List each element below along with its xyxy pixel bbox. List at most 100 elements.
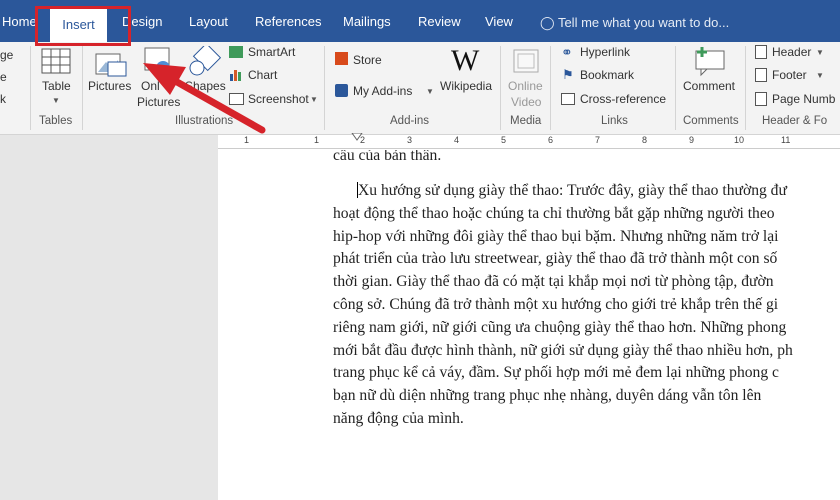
ruler-number: 1 [314,135,320,145]
paragraph-line: phát triển của trào lưu streetwear, giày… [333,250,778,268]
paragraph-line: mới bắt đầu được hình thành, nữ giới sử … [333,341,793,359]
online-pictures-icon [144,47,170,75]
online-video-label-1: Online [508,79,543,93]
tab-layout[interactable]: Layout [189,14,228,29]
group-label-illustrations: Illustrations [175,115,234,127]
clipped-label-1: ge [0,48,14,62]
group-label-addins: Add-ins [390,115,429,127]
group-separator [675,46,676,130]
ribbon-insert: ge e k Table ▼ Tables Pictures Onl Pictu… [0,42,840,135]
ruler-number: 4 [454,135,460,145]
horizontal-ruler[interactable]: 1 1 2 3 4 5 6 7 8 9 10 11 [218,133,840,149]
page-number-icon [755,92,767,106]
tab-view[interactable]: View [485,14,513,29]
chevron-down-icon: ▼ [52,96,60,105]
smartart-label: SmartArt [248,45,296,59]
group-label-links: Links [601,115,628,127]
indent-marker-icon[interactable] [351,133,363,141]
tell-me-box[interactable]: ◯ Tell me what you want to do... [540,15,729,31]
store-label: Store [353,53,382,67]
group-separator [550,46,551,130]
wikipedia-icon: W [451,44,480,77]
group-separator [500,46,501,130]
shapes-label: Shapes [185,79,226,93]
document-left-margin-area [0,135,218,500]
store-icon [335,52,348,65]
table-label: Table [42,79,71,93]
group-separator [745,46,746,130]
insert-tab-highlight-box [35,6,131,46]
paragraph-line: Xu hướng sử dụng giày thể thao: Trước đâ… [333,180,840,203]
group-separator [324,46,325,130]
pictures-icon [95,53,127,77]
group-label-media: Media [510,115,542,127]
chart-icon [230,70,241,81]
ruler-number: 9 [689,135,695,145]
paragraph-spacing [333,166,840,180]
comment-label: Comment [683,79,736,93]
ruler-number: 6 [548,135,554,145]
lightbulb-icon: ◯ [540,15,555,30]
paragraph-line: bạn nữ dù diện những trang phục nhẹ nhàn… [333,387,762,405]
smartart-icon [229,46,243,58]
header-label: Header [772,45,812,59]
chevron-down-icon: ▼ [426,87,434,96]
online-pictures-label-1: Onl [141,79,160,93]
chevron-down-icon: ▼ [816,71,824,80]
chart-label: Chart [248,68,278,82]
page-number-label: Page Numb [772,92,836,106]
ruler-number: 1 [244,135,250,145]
paragraph-line: thời gian. Giày thể thao đã có mặt tại k… [333,273,774,291]
group-label-tables: Tables [39,115,73,127]
ruler-number: 10 [734,135,745,145]
comment-icon [695,47,725,77]
pictures-label: Pictures [88,79,132,93]
paragraph-line: công sở. Chúng đã trở thành một xu hướng… [333,295,779,313]
ruler-number: 11 [781,135,791,145]
ruler-number: 3 [407,135,413,145]
group-separator [82,46,83,130]
chevron-down-icon: ▼ [816,48,824,57]
wikipedia-label: Wikipedia [440,79,493,93]
table-icon [41,48,71,74]
hyperlink-label: Hyperlink [580,45,631,59]
online-video-label-2: Video [511,95,542,109]
group-label-comments: Comments [683,115,739,127]
screenshot-icon [229,93,244,105]
clipped-label-3: k [0,92,6,106]
link-icon: ⚭ [561,44,573,60]
screenshot-label: Screenshot [248,92,309,106]
tab-review[interactable]: Review [418,14,461,29]
my-addins-label: My Add-ins [353,84,413,98]
paragraph-line-partial: cầu của bản thân. [333,150,442,164]
group-label-header-footer: Header & Fo [762,115,828,127]
chevron-down-icon: ▼ [310,95,318,104]
bookmark-label: Bookmark [580,68,635,82]
tab-references[interactable]: References [255,14,321,29]
paragraph-line: riêng nam giới, nữ giới cũng ưa chuộng g… [333,318,787,336]
header-icon [755,45,767,59]
group-separator [30,46,31,130]
online-pictures-label-2: Pictures [137,95,181,109]
online-video-icon [513,49,539,73]
paragraph-line: hoạt động thể thao hoặc chúng ta chỉ thư… [333,204,775,222]
ruler-number: 5 [501,135,507,145]
document-body[interactable]: cầu của bản thân. Xu hướng sử dụng giày … [333,150,840,431]
footer-icon [755,68,767,82]
my-addins-icon [335,84,348,97]
tab-mailings[interactable]: Mailings [343,14,391,29]
tell-me-text: Tell me what you want to do... [557,15,730,30]
ruler-number: 7 [595,135,601,145]
paragraph-line: năng động của mình. [333,409,464,427]
bookmark-icon: ⚑ [562,67,574,82]
paragraph-line-text: Xu hướng sử dụng giày thể thao: Trước đâ… [358,182,787,199]
paragraph-line: trang phục kể cả váy, đầm. Sự phối hợp m… [333,364,779,382]
cross-reference-icon [561,93,575,105]
paragraph-line: hip-hop với những đôi giày thể thao bụi … [333,227,779,245]
shapes-icon [189,46,221,76]
tab-home[interactable]: Home [2,14,37,29]
ruler-number: 8 [642,135,648,145]
cross-reference-label: Cross-reference [580,92,667,106]
footer-label: Footer [772,68,807,82]
clipped-label-2: e [0,70,7,84]
